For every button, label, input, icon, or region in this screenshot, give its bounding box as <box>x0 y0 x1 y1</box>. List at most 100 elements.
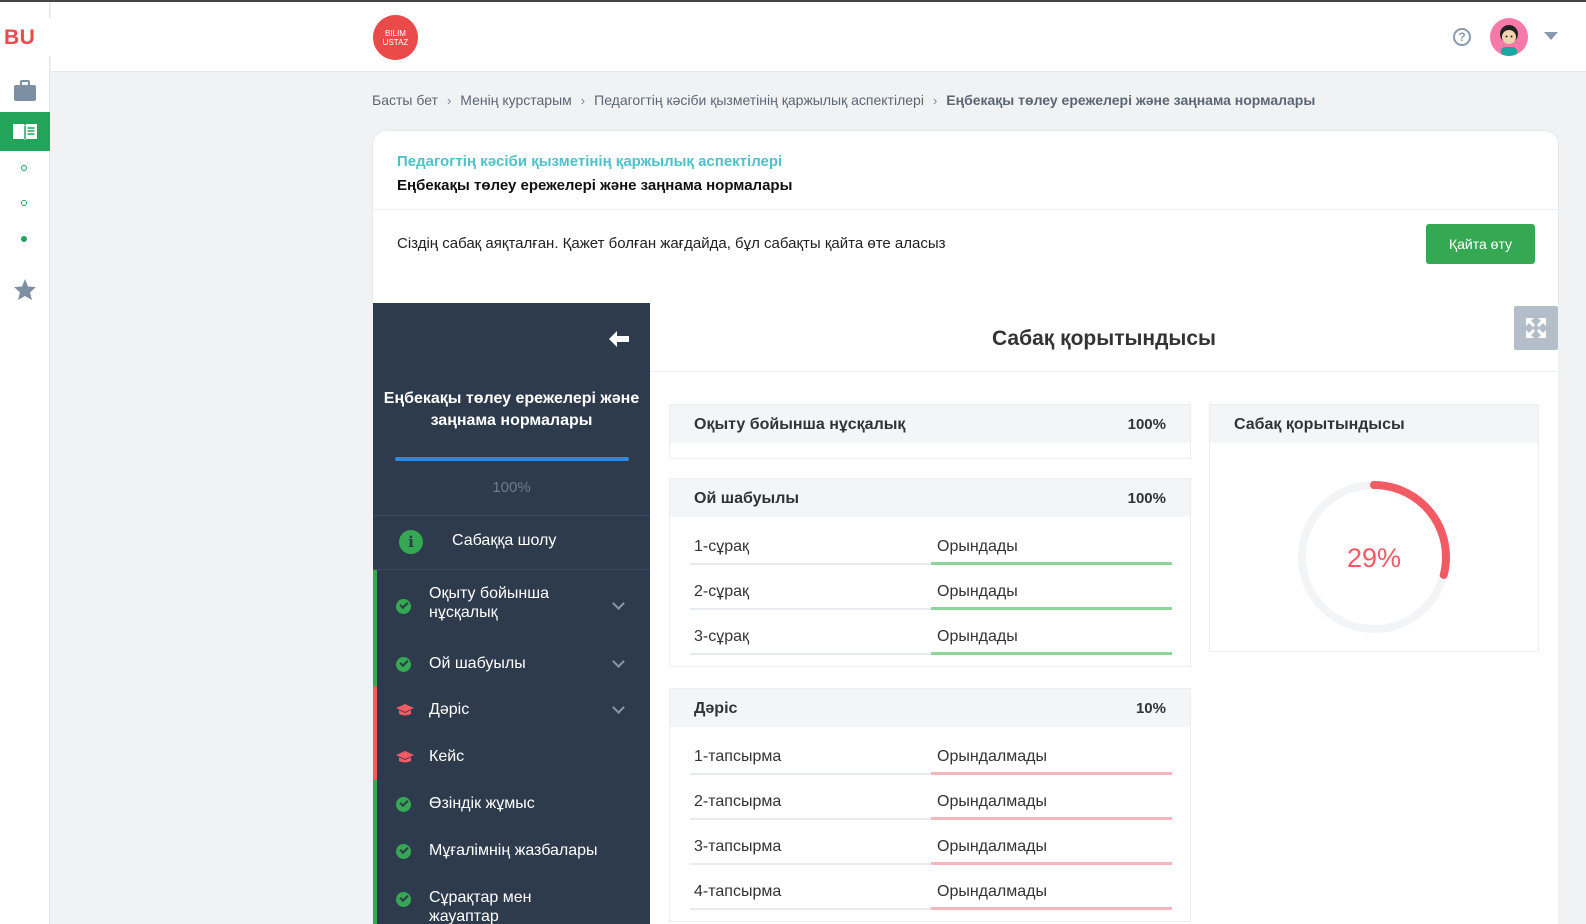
result-block-header: Оқыту бойынша нұсқалық 100% <box>670 405 1190 443</box>
row-underline <box>690 608 931 610</box>
sidebar-nav-item[interactable]: Оқыту бойынша нұсқалық <box>373 570 650 641</box>
summary-header: Сабақ қорытындысы <box>1210 405 1538 443</box>
result-block-header: Дәріс 10% <box>670 689 1190 727</box>
row-underline <box>690 773 931 775</box>
completion-message: Сіздің сабақ аяқталған. Қажет болған жағ… <box>397 235 946 252</box>
check-circle-icon <box>396 892 411 907</box>
block-percent: 100% <box>1127 416 1166 433</box>
row-item-name: 2-тапсырма <box>694 793 782 810</box>
brand-logo[interactable]: BILIM USTAZ <box>373 15 418 60</box>
retry-button[interactable]: Қайта өту <box>1426 224 1535 264</box>
lesson-progress-label: 100% <box>492 479 531 496</box>
row-status: Орындалмады <box>937 883 1047 900</box>
sidebar-item-overview[interactable]: i Сабаққа шолу <box>373 516 650 569</box>
row-underline <box>690 563 931 565</box>
rail-subitem-dot[interactable] <box>21 200 27 206</box>
block-name: Дәріс <box>694 700 738 717</box>
row-status: Орындады <box>937 538 1018 555</box>
row-status-bar <box>931 652 1172 655</box>
row-status: Орындалмады <box>937 748 1047 765</box>
chevron-right-icon: › <box>932 93 938 108</box>
row-status: Орындалмады <box>937 838 1047 855</box>
row-status: Орындады <box>937 628 1018 645</box>
row-item-name: 3-тапсырма <box>694 838 782 855</box>
row-status: Орындады <box>937 583 1018 600</box>
status-stripe <box>373 686 377 733</box>
chevron-down-icon[interactable] <box>612 596 625 610</box>
summary-donut-chart: 29% <box>1298 481 1450 633</box>
result-row: 3-сұрақ Орындады <box>690 615 1172 655</box>
status-stripe <box>373 874 377 924</box>
row-status-bar <box>931 907 1172 910</box>
expand-arrows-icon <box>1526 318 1546 338</box>
chevron-right-icon: › <box>580 93 586 108</box>
summary-card: Сабақ қорытындысы 29% <box>1209 404 1539 652</box>
status-stripe <box>373 827 377 874</box>
donut-percent-label: 29% <box>1347 543 1401 573</box>
bu-logo[interactable]: BU <box>4 26 35 50</box>
lesson-info-card: Педагогтің кәсіби қызметінің қаржылық ас… <box>372 130 1559 305</box>
breadcrumb-current: Еңбекақы төлеу ережелері және заңнама но… <box>946 92 1316 108</box>
arrow-left-icon[interactable] <box>608 330 630 353</box>
row-underline <box>690 863 931 865</box>
block-name: Оқыту бойынша нұсқалық <box>694 416 906 433</box>
sidebar-nav-item[interactable]: Мұғалімнің жазбалары <box>373 827 650 874</box>
result-block-header: Ой шабуылы 100% <box>670 479 1190 517</box>
rail-item-courses-active[interactable] <box>0 112 50 151</box>
breadcrumb-home[interactable]: Басты бет <box>372 92 438 108</box>
result-row: 4-тапсырма Орындалмады <box>690 870 1172 910</box>
chevron-down-icon[interactable] <box>612 654 625 668</box>
block-name: Ой шабуылы <box>694 490 800 507</box>
row-status-bar <box>931 862 1172 865</box>
lesson-sidebar: Еңбекақы төлеу ережелері және заңнама но… <box>373 303 650 924</box>
result-row: 2-тапсырма Орындалмады <box>690 780 1172 820</box>
status-stripe <box>373 733 377 780</box>
result-block: Дәріс 10% 1-тапсырма Орындалмады 2-тапсырма О… <box>669 688 1191 922</box>
row-status-bar <box>931 562 1172 565</box>
sidebar-item-label: Сұрақтар мен жауаптар <box>429 889 532 924</box>
status-stripe <box>373 570 377 641</box>
breadcrumb-course[interactable]: Педагогтің кәсіби қызметінің қаржылық ас… <box>594 92 924 108</box>
row-underline <box>690 818 931 820</box>
sidebar-nav-item[interactable]: Кейс <box>373 733 650 780</box>
help-icon[interactable]: ? <box>1453 28 1471 46</box>
sidebar-item-label: Кейс <box>429 748 465 765</box>
row-underline <box>690 908 931 910</box>
rail-subitem-dot[interactable] <box>21 165 27 171</box>
rail-subitem-dot-active[interactable] <box>21 236 27 242</box>
check-circle-icon <box>396 656 411 672</box>
chevron-down-icon[interactable] <box>612 700 625 714</box>
lesson-progress-bar <box>395 457 629 461</box>
check-circle-icon <box>396 843 411 859</box>
row-item-name: 1-тапсырма <box>694 748 782 765</box>
sidebar-nav-item[interactable]: Дәріс <box>373 686 650 733</box>
sidebar-nav-item[interactable]: Сұрақтар мен жауаптар <box>373 874 650 924</box>
sidebar-item-label: Дәріс <box>429 701 470 718</box>
sidebar-lesson-title: Еңбекақы төлеу ережелері және заңнама но… <box>383 390 640 429</box>
sidebar-item-label: Сабаққа шолу <box>452 532 557 549</box>
course-title[interactable]: Педагогтің кәсіби қызметінің қаржылық ас… <box>397 153 782 170</box>
block-percent: 10% <box>1135 700 1166 717</box>
result-row: 1-сұрақ Орындады <box>690 525 1172 565</box>
row-underline <box>690 653 931 655</box>
fullscreen-button[interactable] <box>1514 306 1558 350</box>
avatar[interactable] <box>1490 18 1528 56</box>
row-status-bar <box>931 607 1172 610</box>
divider <box>650 371 1558 372</box>
result-row: 1-тапсырма Орындалмады <box>690 735 1172 775</box>
chevron-down-icon[interactable] <box>1544 32 1558 40</box>
sidebar-nav-item[interactable]: Ой шабуылы <box>373 641 650 686</box>
lesson-title: Еңбекақы төлеу ережелері және заңнама но… <box>397 177 793 194</box>
page-title: Сабақ қорытындысы <box>992 327 1216 350</box>
graduation-cap-icon <box>395 703 415 722</box>
status-stripe <box>373 780 377 827</box>
top-header: BILIM USTAZ ? <box>51 2 1586 72</box>
result-row: 3-тапсырма Орындалмады <box>690 825 1172 865</box>
star-icon[interactable] <box>0 278 50 306</box>
sidebar-nav-item[interactable]: Өзіндік жұмыс <box>373 780 650 827</box>
check-circle-icon <box>396 796 411 812</box>
sidebar-item-label: Өзіндік жұмыс <box>429 795 535 812</box>
breadcrumb-my-courses[interactable]: Менің курстарым <box>460 92 572 108</box>
briefcase-icon[interactable] <box>0 80 50 107</box>
row-item-name: 3-сұрақ <box>694 628 750 645</box>
